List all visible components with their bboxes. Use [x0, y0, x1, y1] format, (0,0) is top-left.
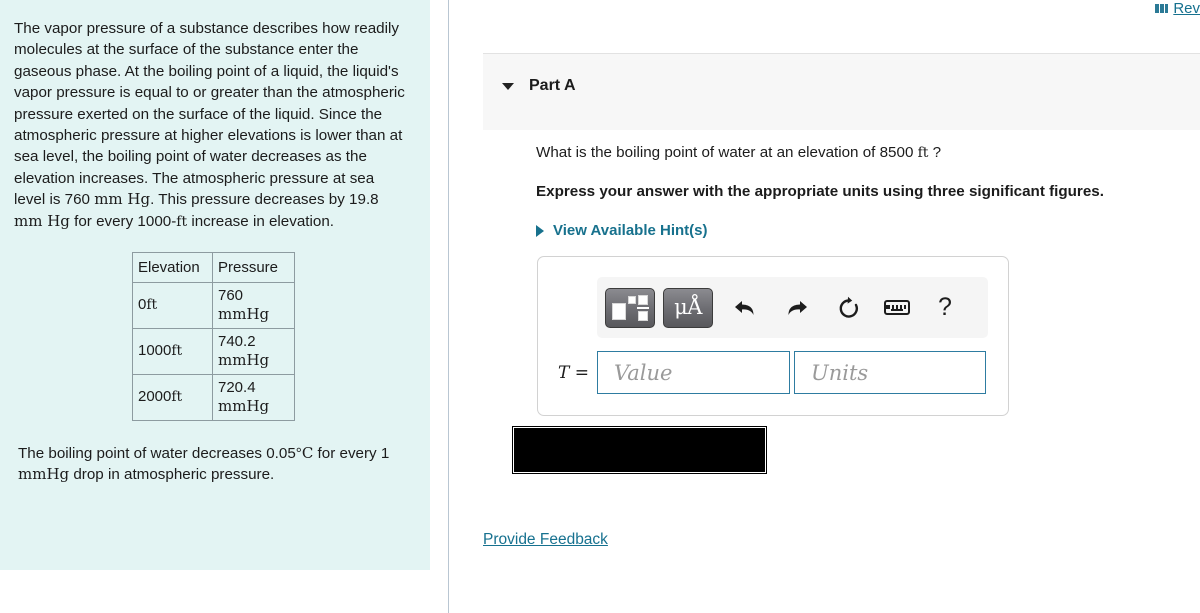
column-header-pressure: Pressure [212, 252, 295, 284]
pressure-value: 740.2 [218, 333, 256, 351]
column-divider [448, 0, 449, 613]
elevation-unit: ft [146, 297, 158, 314]
units-input[interactable]: Units [794, 351, 986, 394]
answer-toolbar: μÅ ? [597, 277, 988, 338]
template-button[interactable] [605, 287, 655, 328]
variable-symbol: T [558, 362, 570, 383]
footnote-seg3: drop in atmospheric pressure. [69, 466, 275, 484]
value-input[interactable]: Value [597, 351, 790, 394]
elevation-pressure-table: Elevation Pressure 0ft 760 mmHg 1000ft 74… [132, 252, 295, 422]
intro-paragraph: The vapor pressure of a substance descri… [14, 18, 406, 233]
pressure-unit: mmHg [218, 397, 270, 416]
template-icon [612, 294, 649, 321]
review-chart-icon [1155, 3, 1169, 13]
elevation-unit: ft [171, 343, 183, 360]
equals-sign: = [574, 362, 589, 383]
elevation-table-wrapper: Elevation Pressure 0ft 760 mmHg 1000ft 74… [14, 252, 406, 422]
undo-button[interactable] [725, 291, 765, 325]
question-mark-icon: ? [938, 293, 952, 321]
cell-pressure: 740.2 mmHg [212, 328, 295, 376]
pressure-value: 760 [218, 287, 244, 305]
question-area: What is the boiling point of water at an… [536, 143, 1196, 239]
help-button[interactable]: ? [925, 291, 965, 325]
micro-angstrom-icon: μÅ [674, 295, 702, 319]
view-hints-label: View Available Hint(s) [553, 222, 708, 239]
footnote-seg1: The boiling point of water decreases 0.0… [18, 445, 296, 463]
cell-elevation: 1000ft [132, 328, 213, 376]
view-hints-button[interactable]: View Available Hint(s) [536, 222, 708, 239]
redo-icon [788, 300, 807, 315]
keyboard-icon [884, 300, 910, 315]
elevation-value: 2000 [138, 388, 172, 406]
review-link[interactable]: Rev [1173, 0, 1200, 17]
column-header-elevation: Elevation [132, 252, 213, 284]
question-instruction: Express your answer with the appropriate… [536, 183, 1104, 200]
question-prompt: What is the boiling point of water at an… [536, 143, 1196, 163]
part-a-header-row[interactable]: Part A [483, 54, 1200, 95]
intro-unit-ft: ft [176, 213, 188, 230]
problem-intro-panel: The vapor pressure of a substance descri… [0, 0, 430, 570]
part-a-title: Part A [529, 77, 576, 94]
redacted-region [512, 426, 767, 474]
elevation-value: 1000 [138, 342, 172, 360]
review-bar: Rev [1155, 0, 1200, 17]
footnote-unit-mmhg: mmHg [18, 465, 70, 484]
undo-icon [735, 300, 754, 315]
pressure-unit: mmHg [218, 351, 270, 370]
pressure-value: 720.4 [218, 379, 256, 397]
table-row: 0ft 760 mmHg [132, 282, 295, 330]
answer-input-row: T = Value Units [558, 351, 986, 394]
variable-label: T = [558, 363, 597, 383]
footnote-unit-celsius: C [301, 444, 314, 463]
answer-entry-box: μÅ ? T = Value Units [537, 256, 1009, 416]
cell-elevation: 0ft [132, 282, 213, 330]
units-button[interactable]: μÅ [663, 287, 713, 328]
question-seg1: What is the boiling point of water at an… [536, 144, 918, 161]
caret-right-icon[interactable] [536, 224, 544, 237]
intro-text-seg3: for every 1000- [69, 212, 177, 230]
cell-elevation: 2000ft [132, 374, 213, 422]
intro-text-seg1: The vapor pressure of a substance descri… [14, 20, 405, 209]
question-unit-ft: ft [917, 145, 929, 161]
reset-icon [839, 296, 858, 318]
intro-text-seg4: increase in elevation. [187, 212, 334, 230]
table-header-row: Elevation Pressure [132, 252, 295, 284]
intro-unit-mmhg-2: mm Hg [14, 211, 70, 230]
footnote-seg2: for every 1 [313, 445, 390, 463]
cell-pressure: 720.4 mmHg [212, 374, 295, 422]
caret-down-icon[interactable] [502, 82, 514, 90]
pressure-unit: mmHg [218, 305, 270, 324]
cell-pressure: 760 mmHg [212, 282, 295, 330]
assignment-page: The vapor pressure of a substance descri… [0, 0, 1200, 613]
table-row: 1000ft 740.2 mmHg [132, 328, 295, 376]
intro-unit-mmhg-1: mm Hg [94, 190, 151, 209]
table-row: 2000ft 720.4 mmHg [132, 374, 295, 422]
reset-button[interactable] [829, 291, 869, 325]
intro-footnote: The boiling point of water decreases 0.0… [14, 443, 406, 486]
redo-button[interactable] [777, 291, 817, 325]
provide-feedback-link[interactable]: Provide Feedback [483, 531, 608, 549]
part-a-header-band: Part A [483, 53, 1200, 130]
keyboard-button[interactable] [877, 291, 917, 325]
elevation-unit: ft [171, 389, 183, 406]
question-seg2: ? [928, 144, 942, 161]
intro-text-seg2: . This pressure decreases by 19.8 [150, 191, 379, 209]
